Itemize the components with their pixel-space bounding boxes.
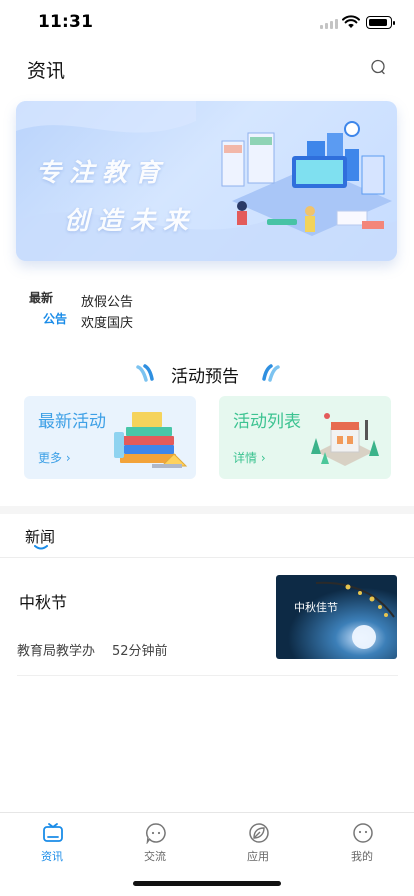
banner-slogan-line2: 创造未来 <box>64 206 197 235</box>
notice-item[interactable]: 欢度国庆 <box>81 312 133 331</box>
tab-news[interactable]: 新闻 <box>25 526 55 547</box>
thumbnail-text: 中秋佳节 <box>294 600 338 614</box>
details-link[interactable]: 详情 › <box>233 449 266 466</box>
tab-apps[interactable]: 应用 <box>206 813 310 873</box>
education-illustration <box>221 121 392 236</box>
tv-icon <box>43 823 63 842</box>
heading-decoration-right-icon <box>262 364 280 382</box>
home-indicator[interactable] <box>133 881 281 886</box>
activity-section-heading: 活动预告 <box>0 359 414 387</box>
card-title: 最新活动 <box>38 412 106 432</box>
activity-list-card[interactable]: 活动列表 详情 › <box>219 396 391 479</box>
banner-slogan-line1: 专注教育 <box>36 158 169 187</box>
news-title: 中秋节 <box>19 593 68 612</box>
tab-label: 我的 <box>351 850 373 863</box>
latest-activity-card[interactable]: 最新活动 更多 › <box>24 396 196 479</box>
page-title: 资讯 <box>27 60 66 82</box>
card-title: 活动列表 <box>233 412 301 432</box>
news-list-item[interactable]: 中秋节 教育局教学办 52分钟前 中秋佳节 <box>17 572 398 676</box>
section-title: 活动预告 <box>171 367 239 387</box>
books-illustration <box>114 412 188 468</box>
signal-icon <box>320 19 340 29</box>
tab-news-feed[interactable]: 资讯 <box>0 813 104 873</box>
more-link[interactable]: 更多 › <box>38 449 71 466</box>
chat-bubble-icon[interactable] <box>370 59 386 75</box>
tab-label: 应用 <box>247 850 269 863</box>
news-thumbnail: 中秋佳节 <box>276 575 397 659</box>
notice-item[interactable]: 放假公告 <box>81 291 133 310</box>
section-divider <box>0 506 414 514</box>
wifi-icon <box>342 15 360 28</box>
news-time: 52分钟前 <box>112 644 168 659</box>
notice-logo-top: 最新 <box>29 291 54 305</box>
status-time: 11:31 <box>38 12 94 32</box>
tab-divider <box>0 557 414 558</box>
heading-decoration-left-icon <box>136 364 154 382</box>
tab-profile[interactable]: 我的 <box>310 813 414 873</box>
tab-label: 交流 <box>144 850 166 863</box>
chat-icon <box>146 823 166 844</box>
leaf-icon <box>249 823 269 843</box>
nav-bar: 资讯 <box>0 44 414 90</box>
notice-logo: 最新 公告 <box>28 288 72 328</box>
tab-chat[interactable]: 交流 <box>103 813 207 873</box>
status-bar: 11:31 <box>0 0 414 44</box>
building-illustration <box>311 413 379 466</box>
tab-label: 资讯 <box>41 850 63 863</box>
tab-underline-indicator <box>34 545 48 550</box>
smiley-icon <box>353 823 373 843</box>
battery-icon <box>366 16 395 29</box>
banner[interactable]: 专注教育 创造未来 <box>16 101 397 261</box>
notice-logo-bottom: 公告 <box>43 312 68 326</box>
news-source: 教育局教学办 <box>17 644 96 659</box>
